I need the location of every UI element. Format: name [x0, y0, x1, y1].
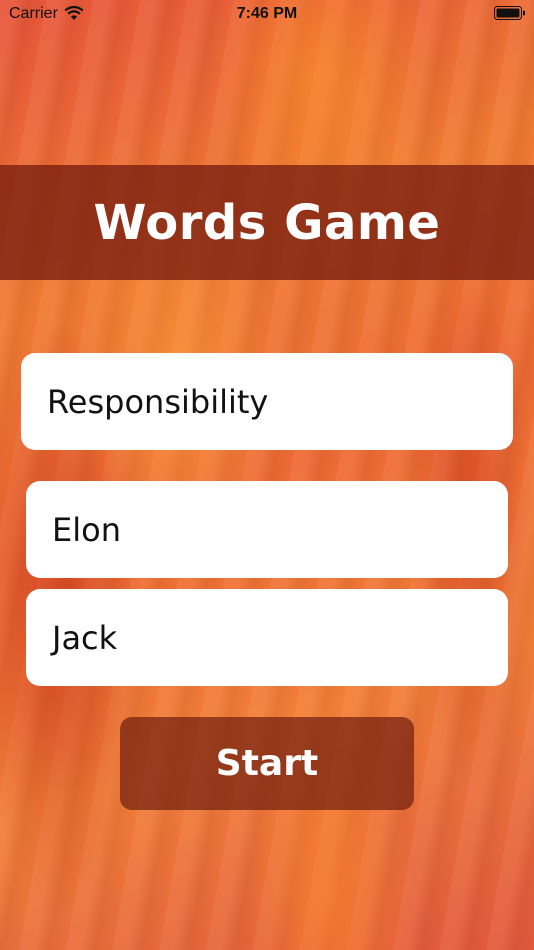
battery-icon	[494, 6, 526, 20]
status-bar: Carrier 7:46 PM	[0, 0, 534, 30]
start-button[interactable]: Start	[120, 717, 414, 810]
page-title: Words Game	[93, 194, 441, 251]
status-time: 7:46 PM	[236, 5, 298, 22]
player1-input[interactable]: Elon	[26, 481, 508, 578]
word-input[interactable]: Responsibility	[21, 353, 513, 450]
title-banner: Words Game	[0, 165, 534, 280]
player2-input[interactable]: Jack	[26, 589, 508, 686]
app-screen: Carrier 7:46 PM Words Game Responsibilit…	[0, 0, 534, 950]
